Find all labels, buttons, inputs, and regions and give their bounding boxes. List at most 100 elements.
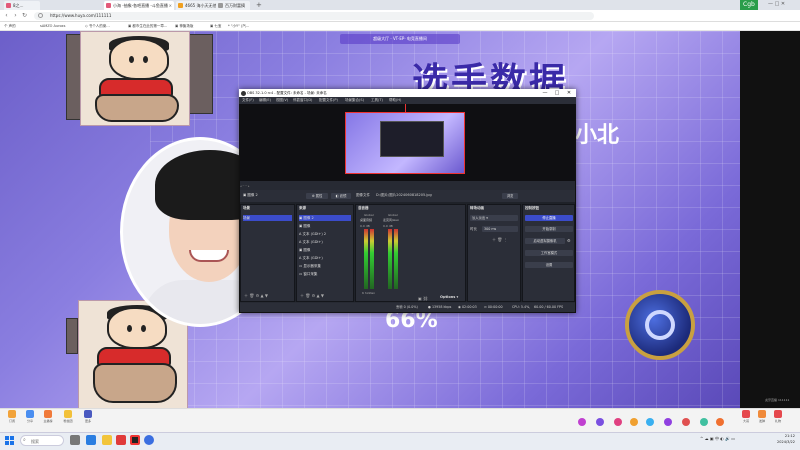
close-icon[interactable]: × xyxy=(169,1,172,10)
tab-4[interactable]: 百万财富摘 xyxy=(216,1,250,10)
menu-help[interactable]: 帮助(H) xyxy=(389,97,401,104)
scene-controls[interactable]: ＋ 🗑 ⚙ ▲ ▼ xyxy=(244,293,268,299)
system-tray[interactable]: ^ ☁ ▣ 中 ◐ 🔊 ▭ xyxy=(700,436,735,442)
bottom-item[interactable]: 更多 xyxy=(82,410,94,423)
volume-meter xyxy=(388,229,392,289)
filters-button[interactable]: ◧ 滤镜 xyxy=(331,193,351,199)
extension-badge[interactable]: Cgb xyxy=(740,0,758,10)
gift-icon[interactable] xyxy=(700,418,708,426)
gift-icon[interactable] xyxy=(664,418,672,426)
preview-source-image[interactable] xyxy=(345,112,465,174)
transition-select[interactable]: 淡入淡出 ▾ xyxy=(470,215,518,221)
bottom-right-item[interactable]: 发弹 xyxy=(756,410,768,423)
source-item[interactable]: ▭ 窗口采集 xyxy=(299,271,317,277)
taskbar-clock[interactable]: 21:12 2024/3/22 xyxy=(765,433,795,445)
tab-favicon xyxy=(6,3,11,8)
gift-icon[interactable] xyxy=(682,418,690,426)
menu-docks[interactable]: 停靠窗口(D) xyxy=(293,97,312,104)
bottom-right-item[interactable]: 礼物 xyxy=(772,410,784,423)
tab-favicon xyxy=(106,3,111,8)
preview-scroll-handle[interactable]: ◂ ─ ─ ▸ xyxy=(240,184,250,188)
start-virtual-camera-button[interactable]: 启动虚拟摄像机 xyxy=(525,238,565,244)
stop-streaming-button[interactable]: 停止直播 xyxy=(525,215,573,221)
minimize-button[interactable]: — xyxy=(540,89,550,97)
source-item[interactable]: ▭ 显示器采集 xyxy=(299,263,321,269)
menu-profile[interactable]: 配置文件(P) xyxy=(319,97,338,104)
menu-tools[interactable]: 工具(T) xyxy=(371,97,383,104)
bookmark-item[interactable]: ▣ 都市生在此的第一章… xyxy=(128,22,167,31)
app-icon[interactable] xyxy=(144,435,154,445)
bottom-item[interactable]: 分享 xyxy=(24,410,36,423)
source-item[interactable]: A 文本 (GDI+) xyxy=(299,255,323,261)
url-input[interactable]: https://www.huya.com/111111 xyxy=(34,12,594,20)
bottom-item[interactable]: 订阅 xyxy=(6,410,18,423)
webcam-thumbnail xyxy=(187,34,213,114)
source-controls[interactable]: ＋ 🗑 ⚙ ▲ ▼ xyxy=(300,293,324,299)
app-icon[interactable] xyxy=(116,435,126,445)
settings-button[interactable]: 设置 xyxy=(525,262,573,268)
mixer-hidden-count[interactable]: 6 hidden xyxy=(362,291,375,295)
bookmarks-bar: 个 声的 sAMZO Auroxs ◇ 书个人的案… ▣ 都市生在此的第一章… … xyxy=(0,22,800,31)
app-icon[interactable] xyxy=(86,435,96,445)
mixer-options-button[interactable]: Options ▾ xyxy=(440,295,458,299)
gift-icon[interactable] xyxy=(716,418,724,426)
start-recording-button[interactable]: 开始录制 xyxy=(525,226,573,232)
window-controls[interactable]: — □ ✕ xyxy=(768,1,785,7)
app-icon[interactable] xyxy=(102,435,112,445)
forward-icon[interactable]: › xyxy=(12,12,19,19)
source-item[interactable]: ▣ 图像 xyxy=(299,223,310,229)
menu-view[interactable]: 视图(V) xyxy=(276,97,288,104)
gift-icon[interactable] xyxy=(614,418,622,426)
bookmark-item[interactable]: ◇ 书个人的案… xyxy=(85,22,110,31)
site-info-icon[interactable] xyxy=(38,13,43,18)
obs-title-bar: OBS 32.1.0 rc4 - 配置文件: 未命名 - 场景: 未命名 xyxy=(239,89,576,97)
image-file-path[interactable]: D:/图片/图片2024060818205.jpg xyxy=(376,193,432,198)
cpu-usage: CPU: 5.4%, xyxy=(512,305,531,309)
transition-duration-input[interactable]: 300 ms xyxy=(482,226,518,232)
gift-icon[interactable] xyxy=(630,418,638,426)
taskbar-search-input[interactable]: 搜索 xyxy=(20,435,64,446)
bottom-item[interactable]: 主播榜 xyxy=(42,410,54,423)
windows-start-icon[interactable] xyxy=(5,436,14,445)
app-icon[interactable] xyxy=(130,435,140,445)
transition-controls[interactable]: ＋ 🗑 ⋮ xyxy=(492,237,508,243)
scene-item[interactable]: 场景 xyxy=(243,215,292,221)
bookmark-item[interactable]: * "小Y" (汽… xyxy=(228,22,249,31)
controls-dock: 控制按钮 停止直播 开始录制 启动虚拟摄像机 ⚙ 工作室模式 设置 xyxy=(522,204,575,302)
crayon-shin-image xyxy=(80,31,190,126)
back-icon[interactable]: ‹ xyxy=(3,12,10,19)
reload-icon[interactable]: ↻ xyxy=(21,12,28,19)
gift-icon[interactable] xyxy=(596,418,604,426)
menu-scene-collection[interactable]: 场景集合(S) xyxy=(345,97,364,104)
gift-icon[interactable] xyxy=(646,418,654,426)
close-button[interactable]: ✕ xyxy=(564,89,574,97)
bottom-item[interactable]: 粉丝团 xyxy=(62,410,74,423)
menu-edit[interactable]: 编辑(E) xyxy=(259,97,271,104)
bottom-right-item[interactable]: 大哥 xyxy=(740,410,752,423)
mixer-toolbar[interactable]: ▣ ⛓ xyxy=(418,296,428,301)
bookmark-item[interactable]: ▣ 七宝 xyxy=(210,22,221,31)
gift-icon[interactable] xyxy=(578,418,586,426)
coin-logo-icon xyxy=(625,290,695,360)
gear-icon[interactable]: ⚙ xyxy=(567,238,571,243)
maximize-button[interactable]: □ xyxy=(552,89,562,97)
browse-button[interactable]: 浏览 xyxy=(502,193,518,199)
source-item[interactable]: A 文本 (GDI+) 2 xyxy=(299,231,326,237)
source-item[interactable]: A 文本 (GDI+) xyxy=(299,239,323,245)
menu-file[interactable]: 文件(F) xyxy=(242,97,254,104)
bookmark-item[interactable]: sAMZO Auroxs xyxy=(40,22,65,31)
dropped-frames: 丢帧 0 (0.0%) xyxy=(396,305,418,309)
source-item[interactable]: ▣ 图像 xyxy=(299,247,310,253)
properties-button[interactable]: ⚙ 属性 xyxy=(306,193,328,199)
tab-1[interactable]: 8之… xyxy=(4,1,40,10)
studio-mode-button[interactable]: 工作室模式 xyxy=(525,250,573,256)
letterbox-right xyxy=(740,31,800,408)
bookmark-item[interactable]: 个 声的 xyxy=(4,22,16,31)
selected-source-label: ▣ 图像 2 xyxy=(243,193,258,197)
bookmark-item[interactable]: ▣ 神聚场版 xyxy=(175,22,193,31)
transitions-dock: 转场动画 淡入淡出 ▾ 时长 300 ms ＋ 🗑 ⋮ xyxy=(467,204,521,302)
new-tab-icon[interactable]: + xyxy=(256,1,262,9)
app-icon[interactable] xyxy=(70,435,80,445)
tab-2[interactable]: 小海 -抽象-各吧直播 -斗鱼直播 × xyxy=(104,1,174,10)
source-item[interactable]: ▣ 图像 2 xyxy=(299,215,351,221)
